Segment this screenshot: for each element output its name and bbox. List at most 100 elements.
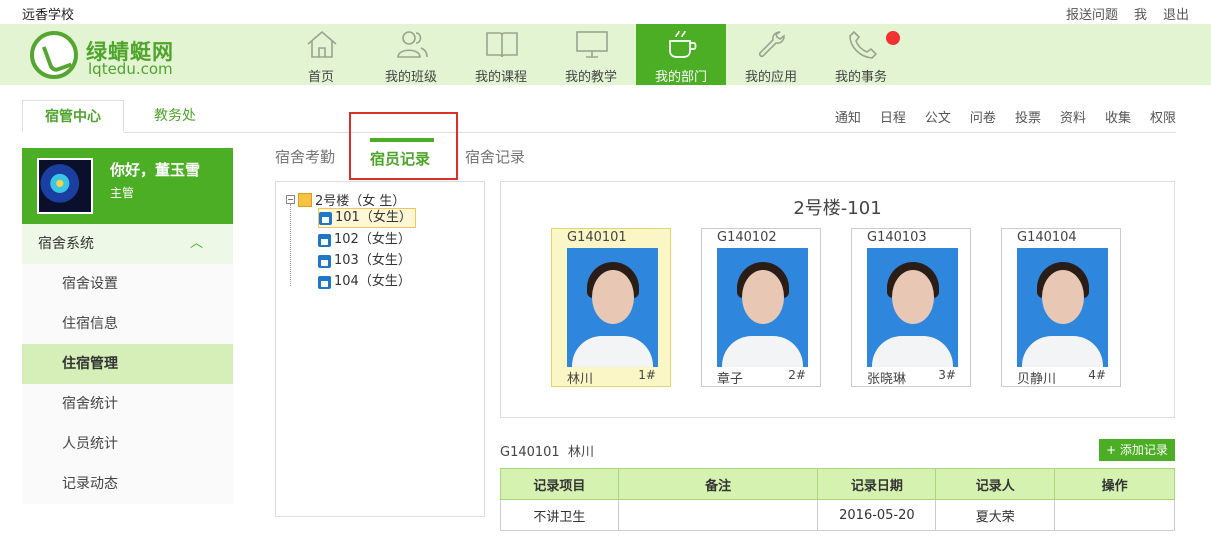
tree-root-label: 2号楼（女 生） [315, 194, 406, 209]
bed-number: 2# [788, 368, 806, 382]
nav-my-apps[interactable]: 我的应用 [726, 24, 816, 85]
user-card: 你好，董玉雪 主管 [22, 148, 233, 224]
tree-node-room-104[interactable]: 104（女生） [318, 272, 414, 292]
link-collect[interactable]: 收集 [1105, 107, 1131, 126]
sidebar-section-label: 宿舍系统 [38, 236, 94, 252]
nav-my-course-label: 我的课程 [474, 70, 527, 85]
bed-number: 3# [938, 368, 956, 382]
main-navbar: 绿蜻蜓网 lqtedu.com 首页 我的班级 我的课程 我的教学 我的部门 我… [0, 24, 1211, 85]
col-header-recorder: 记录人 [935, 468, 1056, 500]
col-header-actions: 操作 [1054, 468, 1175, 500]
selected-student-name: 林川 [567, 445, 594, 460]
records-table: 记录项目 备注 记录日期 记录人 操作 不讲卫生 2016-05-20 夏大荣 [500, 468, 1175, 531]
link-notice[interactable]: 通知 [835, 107, 861, 126]
report-issue-link[interactable]: 报送问题 [1066, 4, 1118, 23]
tab-dorm-center[interactable]: 宿管中心 [22, 100, 124, 133]
cell-note [617, 499, 819, 531]
cup-icon [669, 30, 697, 58]
selected-student-id: G140101 [500, 445, 560, 460]
selected-student-info: G140101 林川 [500, 441, 594, 460]
link-documents[interactable]: 公文 [925, 107, 951, 126]
tab-academic-office[interactable]: 教务处 [154, 100, 196, 133]
sidebar-item-dorm-settings[interactable]: 宿舍设置 [22, 264, 233, 304]
user-role: 主管 [110, 186, 135, 200]
school-name: 远香学校 [22, 8, 75, 23]
add-record-button[interactable]: + 添加记录 [1099, 439, 1175, 461]
sidebar-item-boarding-info[interactable]: 住宿信息 [22, 304, 233, 344]
student-card[interactable]: G140102 章子 2# [701, 228, 821, 387]
sidebar-section-dorm-system[interactable]: 宿舍系统 ︿ [22, 224, 233, 264]
nav-home[interactable]: 首页 [276, 24, 366, 85]
student-card[interactable]: G140103 张晓琳 3# [851, 228, 971, 387]
book-icon [486, 32, 518, 58]
me-link[interactable]: 我 [1134, 4, 1147, 23]
nav-my-course[interactable]: 我的课程 [456, 24, 546, 85]
subtab-dorm-records[interactable]: 宿舍记录 [465, 146, 525, 167]
link-vote[interactable]: 投票 [1015, 107, 1041, 126]
tree-root-building[interactable]: − 2号楼（女 生） [286, 190, 405, 209]
col-header-date: 记录日期 [817, 468, 937, 500]
room-icon [318, 254, 331, 268]
tree-node-label: 103（女生） [334, 253, 411, 268]
student-id: G140103 [867, 230, 927, 245]
table-header-row: 记录项目 备注 记录日期 记录人 操作 [500, 468, 1175, 500]
building-icon [298, 192, 312, 207]
student-photo [1017, 248, 1108, 367]
dragonfly-logo-icon [30, 31, 78, 79]
cell-recorder: 夏大荣 [935, 499, 1056, 531]
nav-my-teaching[interactable]: 我的教学 [546, 24, 636, 85]
link-materials[interactable]: 资料 [1060, 107, 1086, 126]
student-name: 林川 [567, 372, 594, 387]
logout-link[interactable]: 退出 [1163, 4, 1189, 23]
nav-my-class[interactable]: 我的班级 [366, 24, 456, 85]
link-schedule[interactable]: 日程 [880, 107, 906, 126]
col-header-item: 记录项目 [500, 468, 619, 500]
cell-date: 2016-05-20 [817, 499, 937, 531]
collapse-icon[interactable]: − [286, 195, 295, 204]
sidebar-item-dorm-stats[interactable]: 宿舍统计 [22, 384, 233, 424]
student-id: G140101 [567, 230, 627, 245]
top-bar: 远香学校 报送问题 我 退出 [0, 0, 1211, 24]
sidebar-item-record-activity[interactable]: 记录动态 [22, 464, 233, 504]
subtab-dorm-attendance[interactable]: 宿舍考勤 [275, 146, 335, 167]
sidebar: 你好，董玉雪 主管 宿舍系统 ︿ 宿舍设置 住宿信息 住宿管理 宿舍统计 人员统… [22, 148, 233, 504]
avatar[interactable] [37, 158, 93, 214]
nav-my-affairs-label: 我的事务 [834, 70, 887, 85]
link-permissions[interactable]: 权限 [1150, 107, 1176, 126]
phone-icon [849, 30, 878, 59]
student-photo [567, 248, 658, 367]
sidebar-item-boarding-management[interactable]: 住宿管理 [22, 344, 233, 384]
tree-node-room-101[interactable]: 101（女生） [318, 208, 416, 228]
student-card[interactable]: G140101 林川 1# [551, 228, 671, 387]
student-id: G140104 [1017, 230, 1077, 245]
nav-my-apps-label: 我的应用 [744, 70, 797, 85]
nav-my-teaching-label: 我的教学 [564, 70, 617, 85]
room-title: 2号楼-101 [793, 198, 882, 219]
tree-node-room-102[interactable]: 102（女生） [318, 230, 414, 250]
home-icon [307, 30, 337, 58]
room-panel: 2号楼-101 G140101 林川 1# G140102 章子 2# G140… [500, 181, 1175, 418]
nav-my-department-label: 我的部门 [654, 70, 707, 85]
tree-node-room-103[interactable]: 103（女生） [318, 251, 414, 271]
student-photo [717, 248, 808, 367]
link-survey[interactable]: 问卷 [970, 107, 996, 126]
user-greeting: 你好，董玉雪 [110, 161, 201, 179]
nav-home-label: 首页 [307, 70, 334, 85]
building-tree: − 2号楼（女 生） 101（女生） 102（女生） 103（女生） 104（女… [275, 181, 485, 517]
nav-my-class-label: 我的班级 [384, 70, 437, 85]
room-icon [319, 211, 332, 225]
cell-actions[interactable] [1054, 499, 1175, 531]
cell-item: 不讲卫生 [500, 499, 619, 531]
tree-node-label: 104（女生） [334, 274, 411, 289]
logo-domain: lqtedu.com [88, 60, 173, 78]
logo[interactable]: 绿蜻蜓网 lqtedu.com [30, 28, 200, 80]
nav-my-department[interactable]: 我的部门 [636, 24, 726, 85]
wrench-icon [758, 31, 785, 58]
student-id: G140102 [717, 230, 777, 245]
student-name: 章子 [717, 372, 744, 387]
sidebar-item-people-stats[interactable]: 人员统计 [22, 424, 233, 464]
bed-number: 4# [1088, 368, 1106, 382]
student-name: 张晓琳 [867, 372, 907, 387]
student-card[interactable]: G140104 贝静川 4# [1001, 228, 1121, 387]
room-icon [318, 275, 331, 289]
